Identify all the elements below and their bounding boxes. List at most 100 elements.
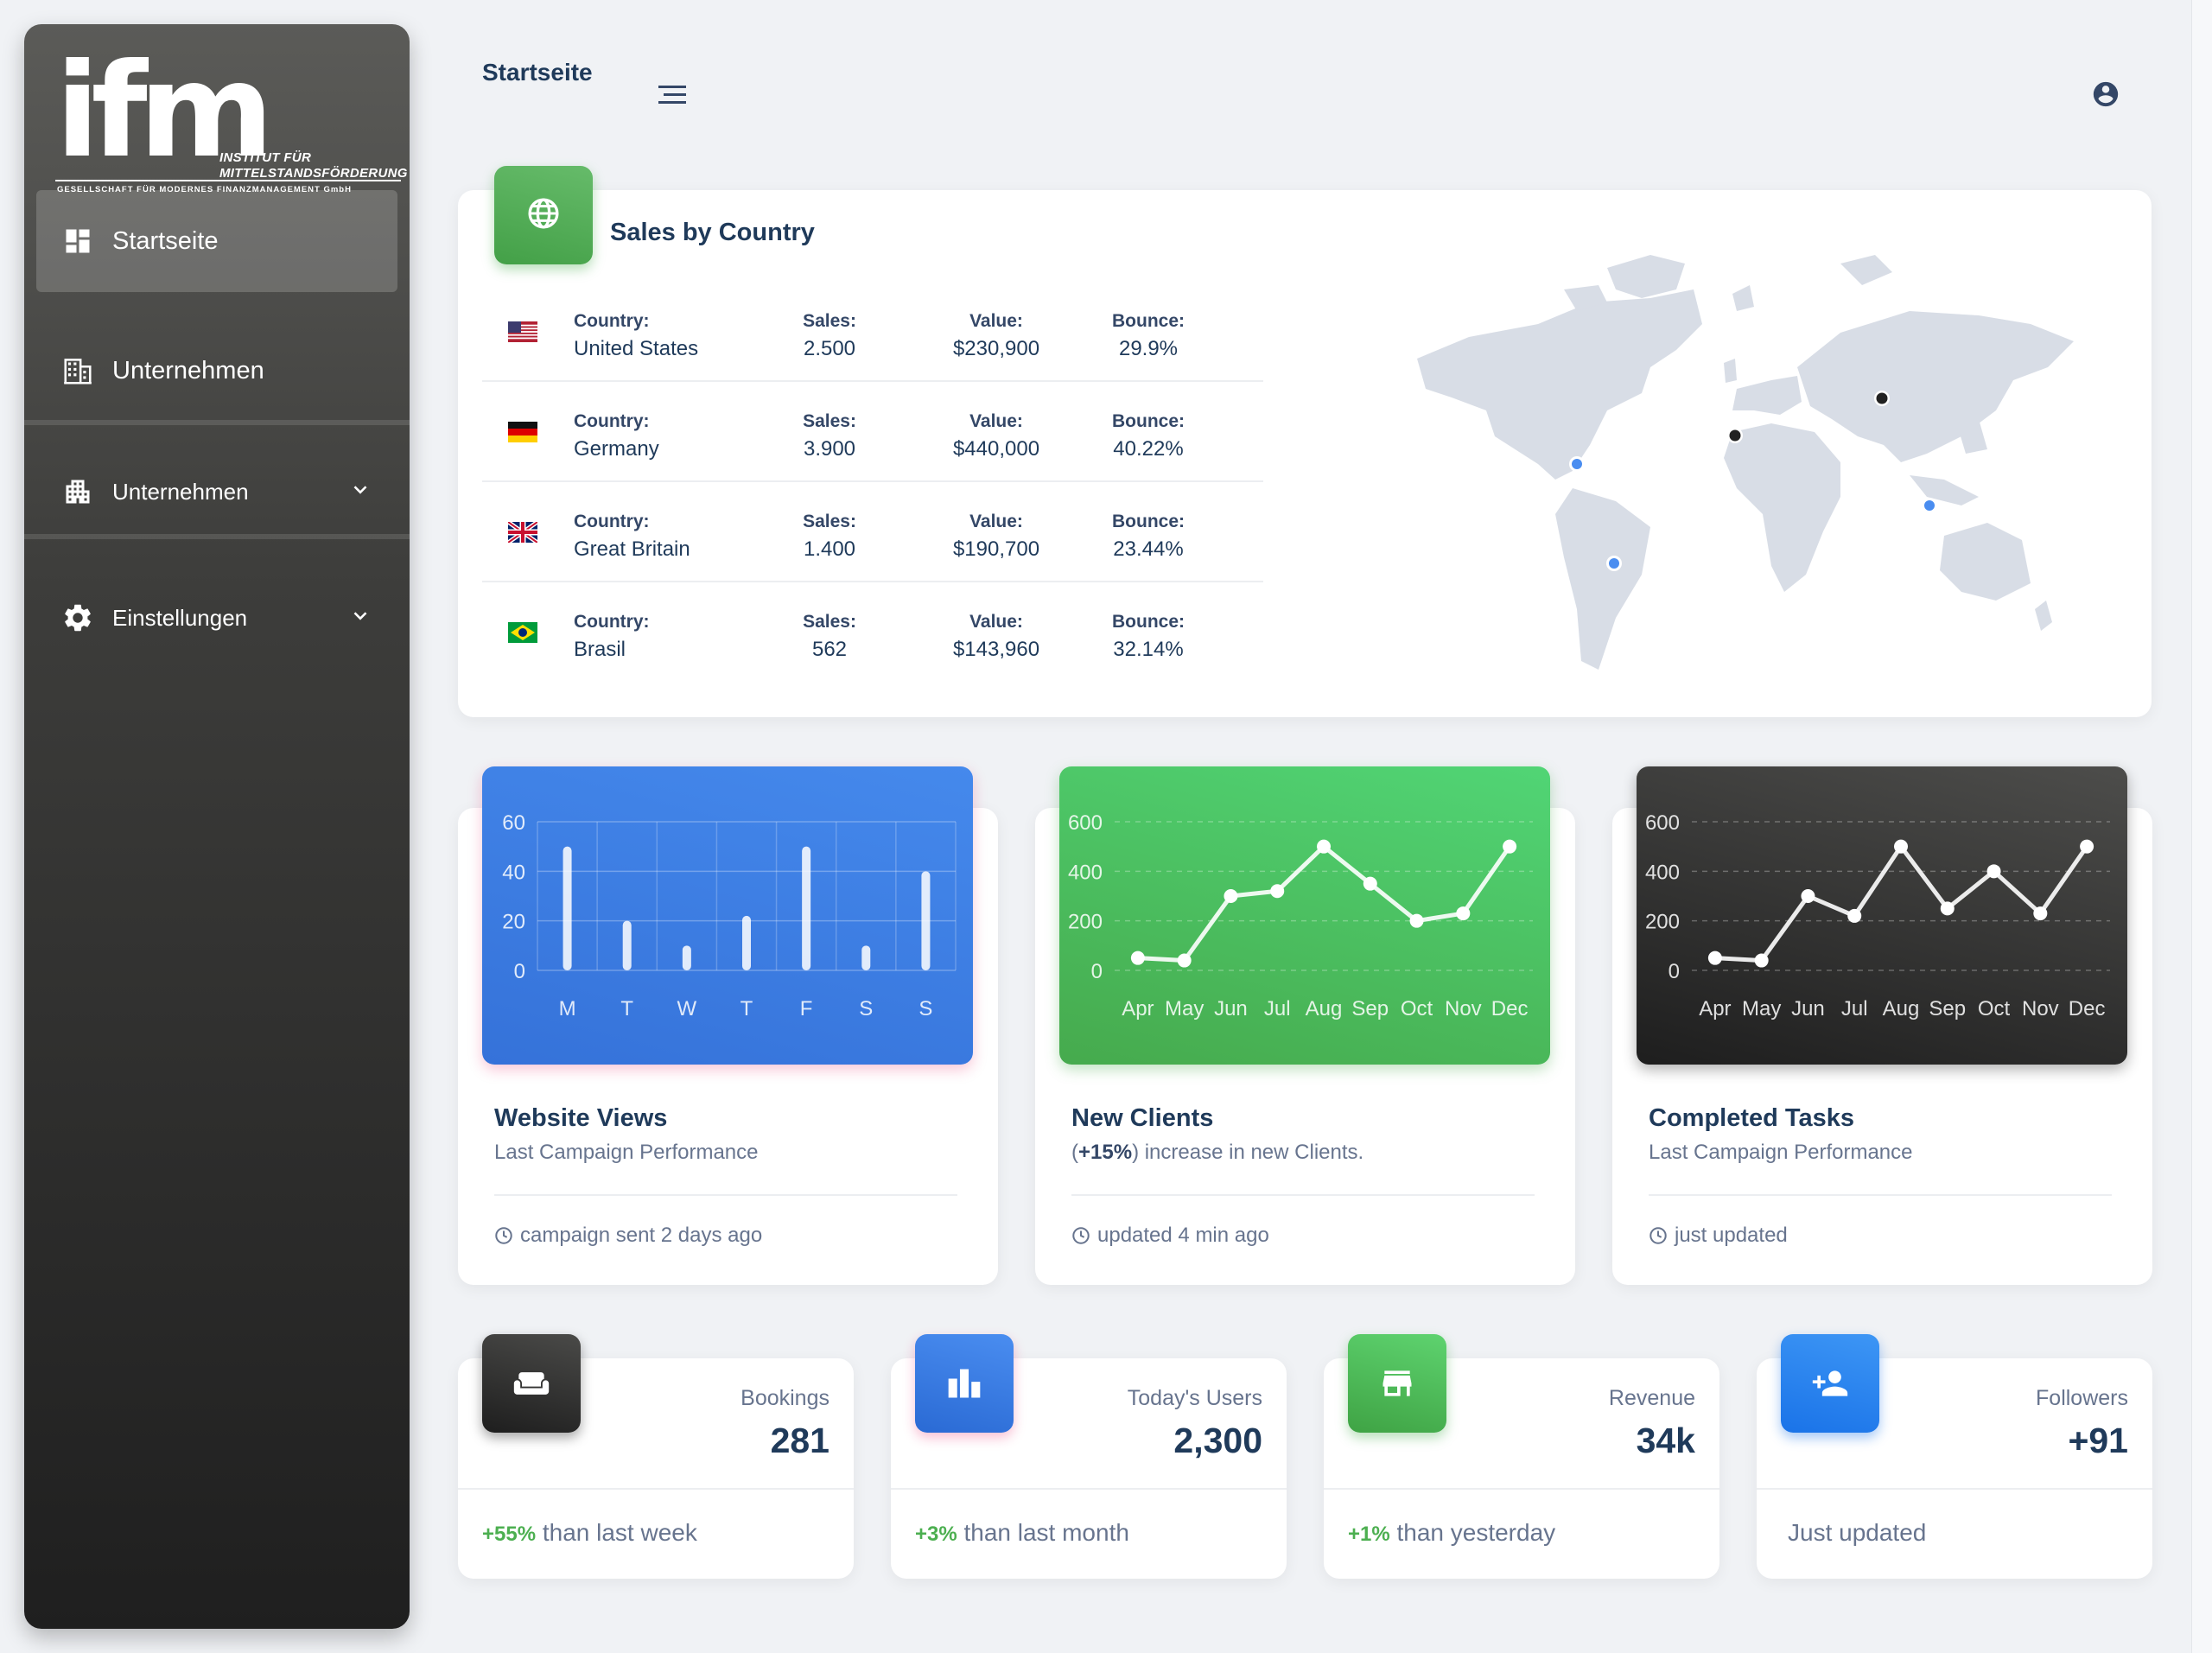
company-logo[interactable]: ifm INSTITUT FÜR MITTELSTANDSFÖRDERUNG G… (55, 47, 407, 202)
chart-desc-open: ( (1071, 1141, 1078, 1164)
revenue-icon-box (1348, 1334, 1446, 1433)
cell-value: United States (574, 337, 699, 360)
chevron-down-icon[interactable] (349, 479, 372, 505)
world-map[interactable] (1391, 238, 2082, 691)
table-row: Country: Germany Sales: 3.900 Value: $440,000… (482, 382, 1263, 482)
y-tick-label: 0 (514, 960, 525, 983)
y-tick-label: 0 (1091, 960, 1103, 983)
flag-de-icon (508, 422, 537, 442)
cell-key: Sales: (803, 612, 856, 632)
cell-value: $230,900 (952, 337, 1040, 360)
x-tick-label: Aug (1306, 997, 1343, 1020)
y-tick-label: 40 (502, 861, 525, 884)
bar (861, 945, 871, 970)
sidebar-item-unternehmen[interactable]: Unternehmen (36, 320, 397, 422)
sidebar-divider (24, 420, 410, 425)
bounce-cell: Bounce: 32.14% (1101, 612, 1196, 662)
data-point (1986, 864, 2001, 879)
x-tick-label: Oct (1401, 997, 1433, 1020)
continents (1417, 255, 2074, 670)
chart-title: Website Views (494, 1104, 668, 1132)
value-cell: Value: $440,000 (931, 411, 1061, 461)
menu-toggle-icon[interactable] (657, 83, 688, 111)
chart-svg: 0 20 40 60 M T W T F S S (502, 811, 957, 1020)
sidebar: ifm INSTITUT FÜR MITTELSTANDSFÖRDERUNG G… (24, 24, 410, 1629)
sidebar-item-einstellungen[interactable]: Einstellungen (36, 567, 397, 669)
data-point (1317, 839, 1331, 854)
data-point (1409, 913, 1424, 928)
cell-key: Bounce: (1112, 512, 1185, 531)
sidebar-item-label: Unternehmen (112, 356, 264, 385)
bounce-cell: Bounce: 29.9% (1101, 311, 1196, 361)
table-row: Country: United States Sales: 2.500 Value: $2… (482, 282, 1263, 382)
cell-key: Bounce: (1112, 311, 1185, 331)
stat-footer-text: than yesterday (1389, 1519, 1556, 1546)
country-cell: Country: United States (574, 311, 698, 361)
cell-key: Country: (574, 512, 650, 531)
completed-tasks-chart[interactable]: 0 200 400 600 Apr May Jun Jul Aug Sep Oct Nov Dec (1637, 766, 2127, 1065)
chart-footer-text: campaign sent 2 days ago (520, 1224, 763, 1247)
clock-icon (1649, 1227, 1667, 1244)
bar (622, 920, 632, 970)
chart-footer-text: just updated (1675, 1224, 1788, 1247)
series-line (1714, 844, 2089, 963)
stat-footer-text: Just updated (1788, 1519, 1927, 1546)
sales-cell: Sales: 1.400 (795, 512, 864, 562)
data-point (1894, 839, 1908, 854)
scrollbar-track[interactable] (2191, 0, 2212, 1653)
cell-value: $143,960 (952, 638, 1040, 661)
bounce-cell: Bounce: 23.44% (1101, 512, 1196, 562)
clock-icon (495, 1227, 512, 1244)
y-tick-label: 400 (1068, 861, 1103, 884)
x-tick-label: Apr (1699, 997, 1731, 1020)
cell-value: 32.14% (1113, 638, 1184, 661)
sidebar-item-label: Startseite (112, 226, 219, 255)
stat-footer: +55% than last week (482, 1519, 697, 1547)
country-cell: Country: Great Britain (574, 512, 690, 562)
weekend-icon (513, 1372, 550, 1395)
x-tick-label: T (741, 997, 753, 1020)
sales-cell: Sales: 3.900 (795, 411, 864, 461)
sales-card-icon-box (494, 166, 593, 264)
value-cell: Value: $230,900 (931, 311, 1061, 361)
flag-gb-icon (508, 522, 537, 543)
cell-value: Germany (574, 437, 659, 461)
x-tick-label: Sep (1351, 997, 1389, 1020)
followers-icon-box (1781, 1334, 1879, 1433)
gear-icon (60, 601, 95, 635)
account-icon[interactable] (2091, 79, 2120, 113)
website-views-chart[interactable]: 0 20 40 60 M T W T F S S (482, 766, 973, 1065)
cell-value: 3.900 (803, 437, 856, 461)
bar (682, 945, 691, 970)
data-point (1363, 876, 1377, 891)
apartment-icon (60, 474, 95, 509)
x-tick-label: Jul (1841, 997, 1868, 1020)
stat-value: +91 (2068, 1421, 2128, 1460)
data-point (1940, 901, 1955, 916)
stat-value: 2,300 (1173, 1421, 1262, 1460)
cell-key: Bounce: (1112, 411, 1185, 431)
stat-delta: +55% (482, 1523, 537, 1546)
users-icon-box (915, 1334, 1014, 1433)
sidebar-item-startseite[interactable]: Startseite (36, 190, 397, 292)
new-clients-chart[interactable]: 0 200 400 600 Apr May Jun Jul Aug Sep Oct Nov Dec (1059, 766, 1550, 1065)
stat-divider (891, 1488, 1287, 1490)
cell-key: Country: (574, 612, 650, 632)
data-point (1177, 953, 1192, 968)
stat-label: Today's Users (1127, 1386, 1262, 1410)
chart-desc-rest: ) increase in new Clients. (1132, 1141, 1364, 1164)
cell-key: Sales: (803, 311, 856, 331)
stat-footer: +3% than last month (915, 1519, 1129, 1547)
chevron-down-icon[interactable] (349, 605, 372, 632)
cell-value: 562 (811, 638, 848, 661)
bar (802, 846, 811, 970)
chart-divider (494, 1194, 957, 1196)
country-cell: Country: Brasil (574, 612, 650, 662)
leaderboard-icon (948, 1369, 981, 1398)
chart-svg: 0 200 400 600 Apr May Jun Jul Aug Sep Oct Nov Dec (1068, 811, 1533, 1020)
chart-desc-highlight: +15% (1078, 1141, 1133, 1164)
cell-value: 2.500 (803, 337, 856, 360)
stat-divider (1324, 1488, 1719, 1490)
cell-value: Great Britain (574, 537, 690, 561)
sidebar-item-unternehmen-group[interactable]: Unternehmen (36, 441, 397, 543)
